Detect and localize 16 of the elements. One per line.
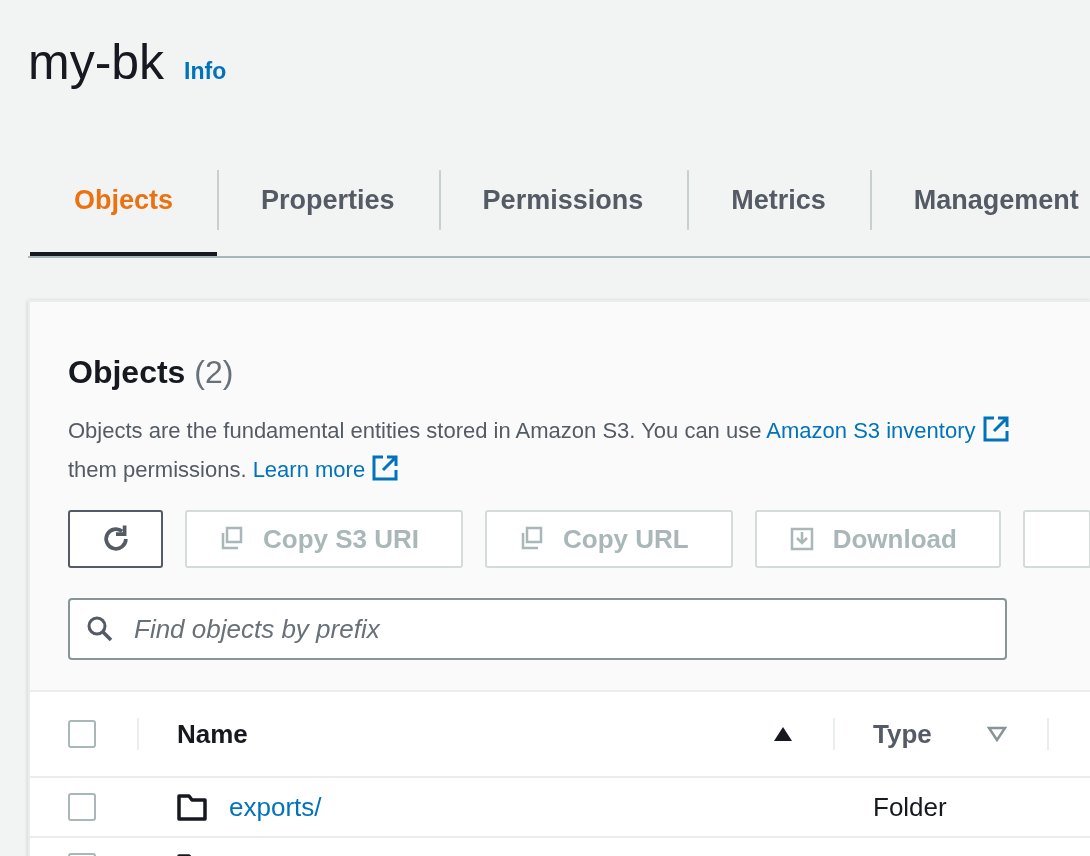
tab[interactable]: Permissions bbox=[438, 170, 688, 256]
doc-link[interactable]: Amazon S3 inventory bbox=[766, 418, 1010, 443]
tab[interactable]: Properties bbox=[217, 170, 439, 256]
table-cell: Folder bbox=[873, 791, 947, 823]
tab[interactable]: Metrics bbox=[687, 170, 870, 256]
info-link[interactable]: Info bbox=[184, 58, 227, 85]
description-text: Objects are the fundamental entities stored in Amazon S3. You can use Amazon S3 inventory them permissions. Learn more bbox=[68, 411, 1090, 489]
tab[interactable]: Management bbox=[869, 170, 1090, 256]
panel-title: Objects (2) bbox=[68, 353, 235, 392]
search-field[interactable]: Find objects by prefix bbox=[68, 598, 1007, 660]
column-header[interactable]: Type bbox=[873, 718, 987, 750]
page-title: my-bk bbox=[28, 33, 165, 92]
column-header[interactable]: Name bbox=[177, 718, 751, 750]
doc-link[interactable]: Learn more bbox=[252, 457, 400, 482]
tab[interactable]: Objects bbox=[30, 170, 218, 256]
object-link[interactable]: exports/ bbox=[229, 791, 322, 823]
